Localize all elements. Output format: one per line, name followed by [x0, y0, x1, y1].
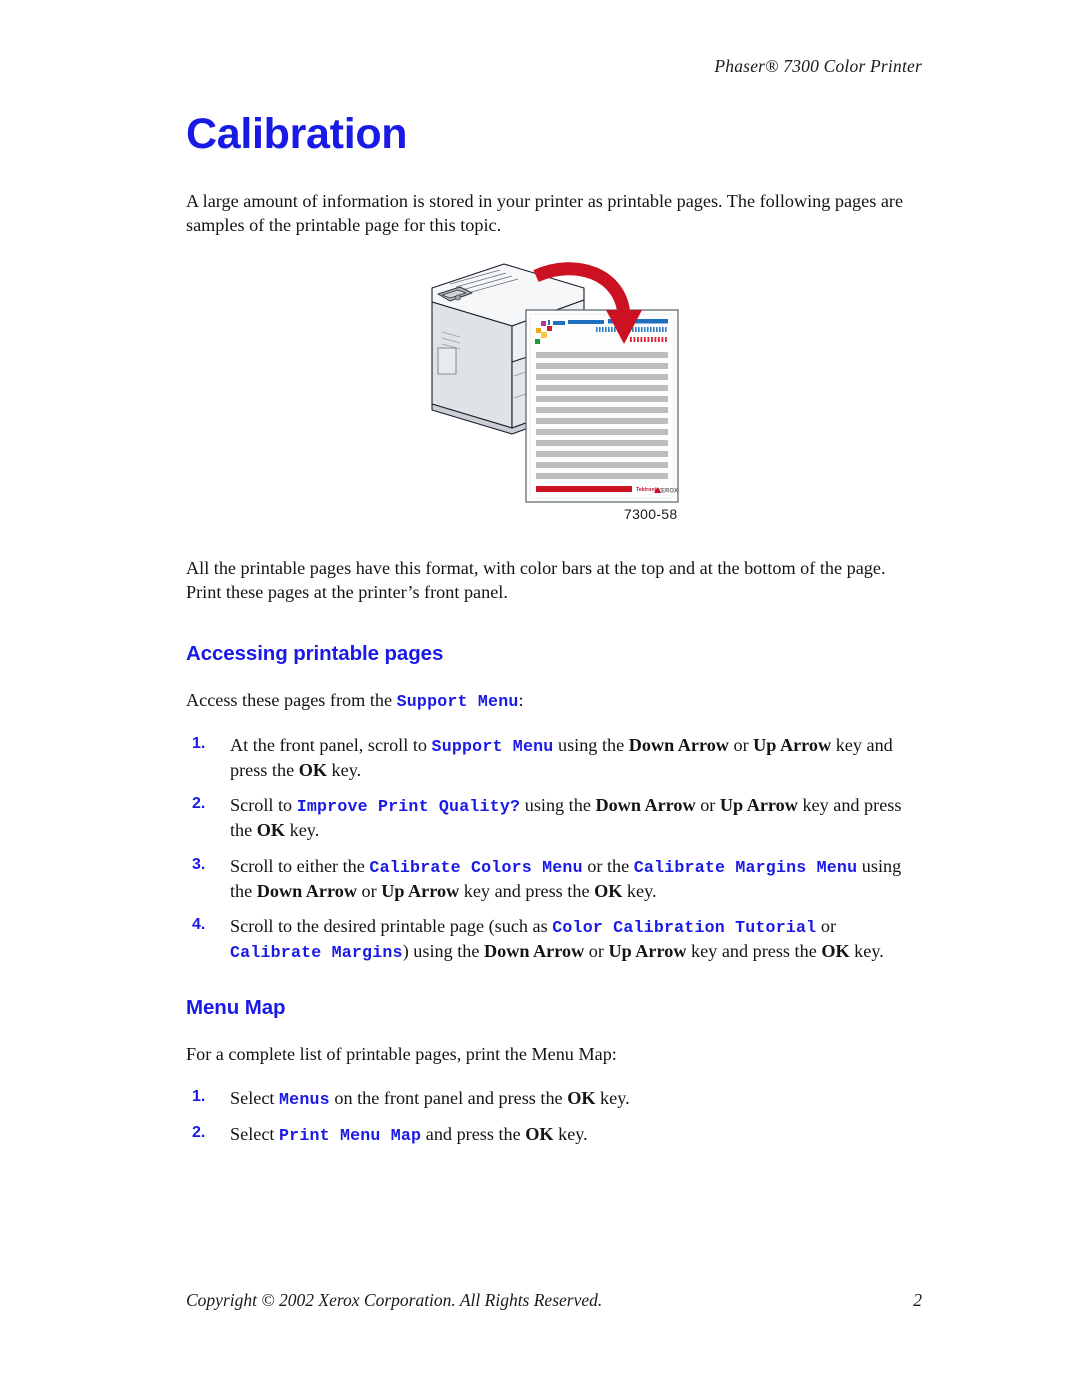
steps-list-accessing: 1. At the front panel, scroll to Support …	[186, 733, 922, 964]
lead-in-before: Access these pages from the	[186, 689, 397, 710]
list-item-text: At the front panel, scroll to	[230, 735, 432, 756]
list-item-text: ) using the	[402, 940, 485, 961]
list-item-text: and press the	[421, 1124, 526, 1145]
front-panel-menu-string: Support Menu	[431, 737, 554, 757]
list-item-text: using the	[520, 795, 596, 816]
front-panel-key-label: OK	[594, 880, 623, 901]
figure-caption: 7300-58	[624, 506, 678, 522]
list-item-number: 4.	[192, 915, 206, 933]
front-panel-menu-string: Calibrate Margins	[230, 942, 403, 962]
list-item-text: key.	[849, 940, 884, 961]
printer-illustration-svg: Tektronix XEROX	[431, 262, 679, 503]
bottom-color-bar	[536, 486, 632, 492]
list-item-text: Scroll to either the	[230, 855, 370, 876]
list-item-text: Select	[230, 1088, 279, 1109]
page-number: 2	[913, 1290, 922, 1310]
list-item: 2. Scroll to Improve Print Quality? using…	[186, 793, 922, 842]
list-item-text: or	[728, 735, 754, 756]
section-heading-menu-map: Menu Map	[186, 995, 286, 1019]
printer-figure: Tektronix XEROX	[408, 252, 708, 542]
list-item-text: or	[356, 880, 382, 901]
front-panel-key-label: Down Arrow	[256, 880, 357, 901]
front-panel-key-label: Down Arrow	[628, 735, 729, 756]
list-item: 1. At the front panel, scroll to Support …	[186, 733, 922, 782]
list-item-text: key and press the	[459, 880, 595, 901]
front-panel-key-label: Up Arrow	[719, 795, 798, 816]
accessing-lead-in: Access these pages from the Support Menu…	[186, 688, 922, 713]
lead-in-after: :	[518, 689, 524, 710]
front-panel-key-label: OK	[256, 820, 286, 841]
front-panel-key-label: Up Arrow	[381, 880, 460, 901]
list-item: 4. Scroll to the desired printable page (…	[186, 914, 922, 964]
front-panel-key-label: Up Arrow	[608, 940, 687, 961]
list-item-text: using the	[553, 735, 629, 756]
steps-list-menu-map: 1. Select Menus on the front panel and pr…	[186, 1086, 922, 1147]
list-item: 2. Select Print Menu Map and press the OK…	[186, 1122, 922, 1147]
front-panel-menu-string: Color Calibration Tutorial	[552, 917, 817, 937]
list-item-text: or the	[582, 855, 634, 876]
list-item: 1. Select Menus on the front panel and pr…	[186, 1086, 922, 1111]
list-item-text: key.	[595, 1088, 630, 1109]
section-heading-accessing: Accessing printable pages	[186, 641, 444, 665]
list-item-text: key.	[327, 760, 362, 781]
front-panel-menu-string: Print Menu Map	[279, 1126, 422, 1146]
content-column: Calibration A large amount of informatio…	[186, 0, 922, 1158]
front-panel-menu-string: Calibrate Colors Menu	[369, 857, 583, 877]
list-item-number: 2.	[192, 1124, 206, 1142]
list-item-text: or	[584, 940, 609, 961]
list-item-text: on the front panel and press the	[329, 1088, 568, 1109]
menu-name-support-menu: Support Menu	[396, 691, 519, 711]
printed-page: Tektronix XEROX	[525, 309, 679, 503]
menu-map-lead-in: For a complete list of printable pages, …	[186, 1043, 617, 1064]
list-item: 3. Scroll to either the Calibrate Colors …	[186, 854, 922, 903]
list-item-text: key.	[553, 1124, 588, 1145]
front-panel-key-label: OK	[525, 1124, 554, 1145]
list-item-text: or	[695, 795, 720, 816]
list-item-text: Scroll to	[230, 795, 297, 816]
front-panel-menu-string: Calibrate Margins Menu	[633, 857, 858, 877]
front-panel-key-label: OK	[298, 760, 327, 781]
intro-paragraph: A large amount of information is stored …	[186, 191, 904, 236]
list-item-text: key.	[285, 820, 320, 841]
format-paragraph: All the printable pages have this format…	[186, 557, 886, 602]
list-item-number: 3.	[192, 855, 206, 873]
list-item-number: 1.	[192, 735, 206, 753]
list-item-text: or	[816, 915, 837, 936]
list-item-text: key and press the	[686, 940, 822, 961]
document-page: Phaser® 7300 Color Printer Calibration A…	[0, 0, 1080, 1397]
list-item-text: Select	[230, 1124, 279, 1145]
page-title: Calibration	[186, 110, 408, 158]
list-item-number: 1.	[192, 1088, 206, 1106]
copyright-text: Copyright © 2002 Xerox Corporation. All …	[186, 1290, 603, 1310]
front-panel-key-label: Down Arrow	[595, 795, 696, 816]
front-panel-menu-string: Menus	[279, 1090, 330, 1110]
front-panel-key-label: OK	[567, 1088, 596, 1109]
front-panel-key-label: Down Arrow	[484, 940, 585, 961]
front-panel-key-label: Up Arrow	[753, 735, 832, 756]
svg-text:XEROX: XEROX	[657, 489, 678, 495]
page-footer: Copyright © 2002 Xerox Corporation. All …	[186, 1290, 922, 1311]
list-item-number: 2.	[192, 795, 206, 813]
list-item-text: key.	[622, 880, 657, 901]
front-panel-key-label: OK	[821, 940, 850, 961]
front-panel-menu-string: Improve Print Quality?	[296, 797, 521, 817]
list-item-text: Scroll to the desired printable page (su…	[230, 915, 553, 936]
